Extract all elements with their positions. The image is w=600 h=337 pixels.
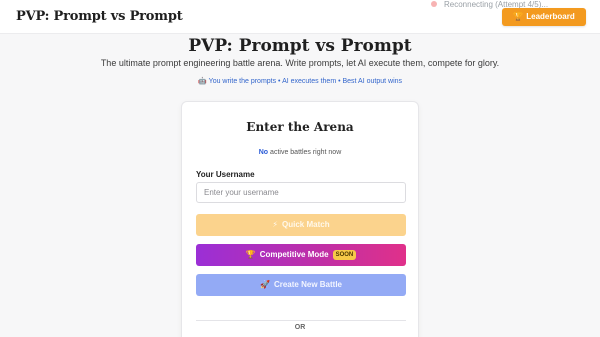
or-label: OR <box>288 324 312 331</box>
soon-badge: SOON <box>332 250 357 260</box>
trophy-icon: 🏆 <box>513 12 524 21</box>
page-subtitle: The ultimate prompt engineering battle a… <box>100 58 500 68</box>
robot-icon: 🤖 <box>197 78 207 85</box>
brand-title[interactable]: PVP: Prompt vs Prompt <box>16 9 183 24</box>
page-title: PVP: Prompt vs Prompt <box>188 36 412 56</box>
arena-card: Enter the Arena No active battles right … <box>181 101 419 337</box>
create-battle-label: Create New Battle <box>273 280 342 289</box>
quick-match-button[interactable]: ⚡ Quick Match <box>196 214 406 236</box>
or-divider: OR <box>182 316 418 334</box>
create-battle-button[interactable]: 🚀 Create New Battle <box>196 274 406 296</box>
leaderboard-button[interactable]: 🏆 Leaderboard <box>502 8 586 26</box>
competitive-mode-label: Competitive Mode <box>259 250 329 259</box>
top-navigation-bar: PVP: Prompt vs Prompt Reconnecting (Atte… <box>0 0 600 34</box>
active-battles-text: active battles right now <box>270 149 342 156</box>
active-battles-count: No <box>258 149 269 156</box>
rocket-icon: 🚀 <box>260 280 270 289</box>
active-battles-status: No active battles right now <box>182 149 418 156</box>
arena-title: Enter the Arena <box>246 120 354 134</box>
tagline: 🤖 You write the prompts • AI executes the… <box>0 77 600 85</box>
status-indicator-icon <box>431 1 437 7</box>
leaderboard-label: Leaderboard <box>526 12 575 21</box>
username-input[interactable] <box>196 182 406 203</box>
tagline-text: You write the prompts • AI executes them… <box>208 78 403 85</box>
trophy-icon: 🏆 <box>245 250 256 259</box>
competitive-mode-button[interactable]: 🏆 Competitive Mode SOON <box>196 244 406 266</box>
username-label: Your Username <box>196 170 255 179</box>
lightning-icon: ⚡ <box>272 220 279 229</box>
quick-match-label: Quick Match <box>282 220 330 229</box>
